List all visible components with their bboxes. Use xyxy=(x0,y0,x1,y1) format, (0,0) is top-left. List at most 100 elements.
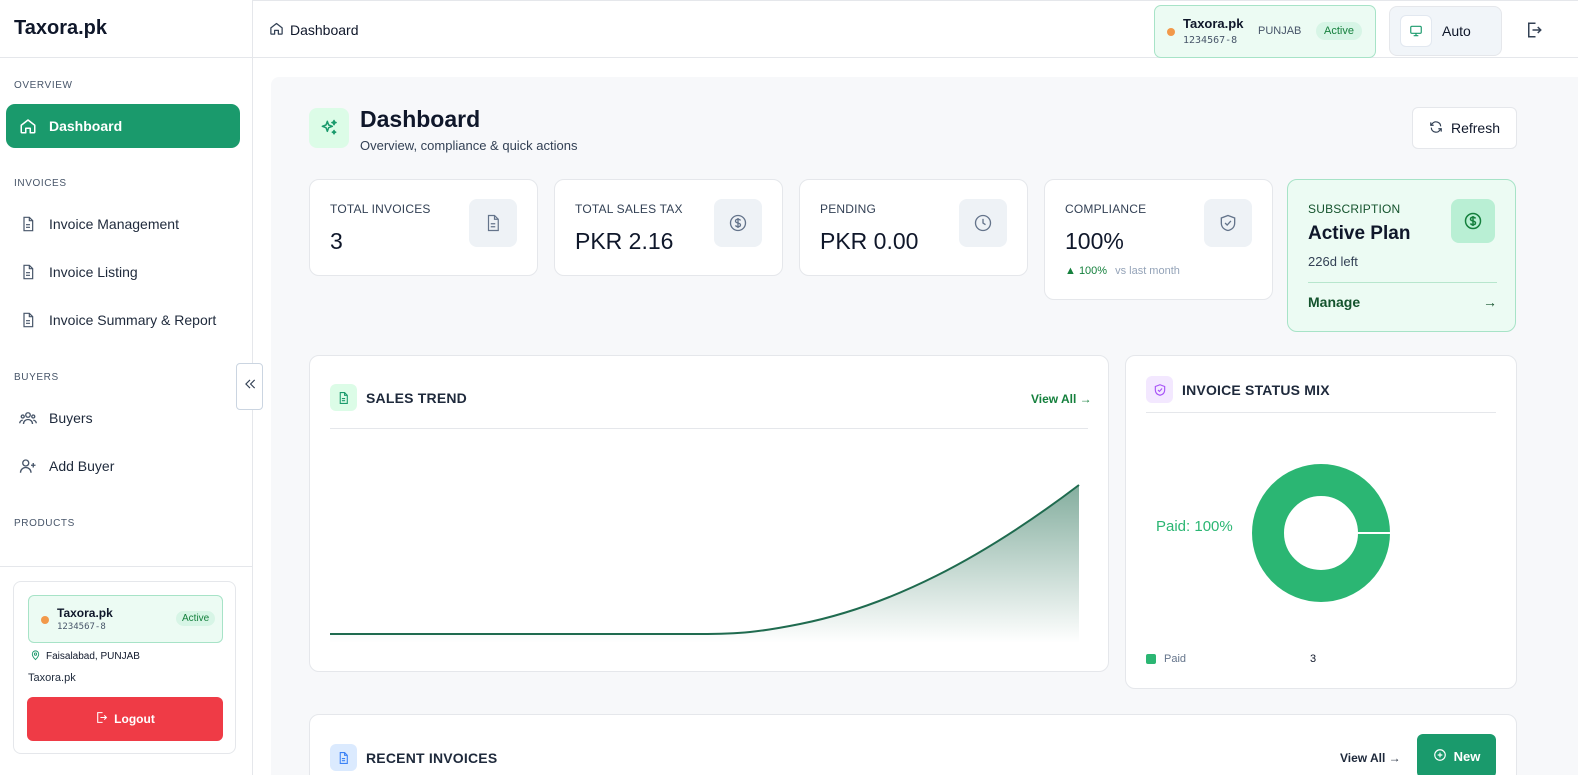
stat-card-total-invoices[interactable]: TOTAL INVOICES 3 xyxy=(309,179,538,276)
view-all-link[interactable]: View All → xyxy=(1031,392,1092,406)
subscription-plan: Active Plan xyxy=(1308,223,1411,244)
clock-icon xyxy=(959,199,1007,247)
document-icon xyxy=(330,744,357,771)
stat-card-total-sales-tax[interactable]: TOTAL SALES TAX PKR 2.16 xyxy=(554,179,783,276)
sales-trend-chart xyxy=(330,484,1080,643)
legend-swatch xyxy=(1146,654,1156,664)
sidebar-item-label: Invoice Management xyxy=(49,216,179,232)
sidebar: Taxora.pk OVERVIEW Dashboard INVOICES In… xyxy=(0,0,253,775)
invoice-status-panel: INVOICE STATUS MIX Paid: 100% Paid 3 xyxy=(1125,355,1517,689)
sparkles-icon xyxy=(309,108,349,148)
panel-title: RECENT INVOICES xyxy=(366,749,498,766)
stat-card-pending[interactable]: PENDING PKR 0.00 xyxy=(799,179,1028,276)
divider xyxy=(330,428,1088,429)
company-location: Faisalabad, PUNJAB xyxy=(30,649,140,664)
legend-label: Paid xyxy=(1164,653,1187,665)
sidebar-item-label: Buyers xyxy=(49,410,93,426)
brand-logo[interactable]: Taxora.pk xyxy=(0,0,252,58)
plus-circle-icon xyxy=(1433,748,1447,765)
panel-header: RECENT INVOICES xyxy=(330,744,497,771)
location-pin-icon xyxy=(30,649,41,664)
nav-section-overview: OVERVIEW xyxy=(14,80,73,91)
shield-icon xyxy=(1146,376,1173,403)
status-badge: Active xyxy=(1316,22,1362,40)
status-dot xyxy=(41,616,49,624)
users-icon xyxy=(19,409,37,427)
chevrons-left-icon xyxy=(243,377,257,396)
sidebar-company-card: Taxora.pk 1234567-8 Active Faisalabad, P… xyxy=(13,581,236,754)
sign-out-icon[interactable] xyxy=(1525,21,1543,44)
shield-check-icon xyxy=(1204,199,1252,247)
document-icon xyxy=(19,263,37,281)
stat-label: TOTAL SALES TAX xyxy=(575,202,683,216)
sales-trend-area xyxy=(330,485,1079,643)
recent-invoices-panel: RECENT INVOICES View All → xyxy=(309,714,1517,775)
stat-label: TOTAL INVOICES xyxy=(330,202,431,216)
refresh-icon xyxy=(1429,120,1443,137)
user-plus-icon xyxy=(19,457,37,475)
compliance-trend: ▲ 100% vs last month xyxy=(1065,265,1180,277)
stat-label: PENDING xyxy=(820,202,877,216)
new-invoice-button[interactable]: New xyxy=(1417,734,1496,775)
document-icon xyxy=(469,199,517,247)
logout-icon xyxy=(95,711,108,727)
refresh-label: Refresh xyxy=(1450,120,1501,136)
home-icon xyxy=(269,21,284,39)
sidebar-item-label: Add Buyer xyxy=(49,458,115,474)
company-ntn: 1234567-8 xyxy=(1183,35,1238,46)
dollar-circle-icon xyxy=(1451,199,1495,243)
sidebar-item-label: Invoice Summary & Report xyxy=(49,312,217,328)
page-subtitle: Overview, compliance & quick actions xyxy=(360,138,578,153)
panel-title: SALES TREND xyxy=(366,389,467,406)
sidebar-collapse-button[interactable] xyxy=(236,363,263,410)
sidebar-item-buyers[interactable]: Buyers xyxy=(6,396,240,440)
stat-value: PKR 2.16 xyxy=(575,228,674,254)
sales-trend-panel: SALES TREND View All → xyxy=(309,355,1109,672)
divider xyxy=(1146,412,1496,413)
sidebar-item-add-buyer[interactable]: Add Buyer xyxy=(6,444,240,488)
trend-value: ▲ 100% xyxy=(1065,265,1108,277)
donut-label: Paid: 100% xyxy=(1156,518,1233,535)
company-switcher[interactable]: Taxora.pk 1234567-8 PUNJAB Active xyxy=(1154,5,1376,58)
sidebar-company-chip[interactable]: Taxora.pk 1234567-8 Active xyxy=(28,595,223,643)
manage-subscription-link[interactable]: Manage → xyxy=(1308,294,1497,310)
nav-section-buyers: BUYERS xyxy=(14,372,59,383)
logout-button[interactable]: Logout xyxy=(27,697,223,741)
refresh-button[interactable]: Refresh xyxy=(1412,107,1517,149)
sidebar-item-invoice-summary[interactable]: Invoice Summary & Report xyxy=(6,298,240,342)
sidebar-item-invoice-management[interactable]: Invoice Management xyxy=(6,202,240,246)
view-all-link[interactable]: View All → xyxy=(1340,751,1401,765)
company-province: PUNJAB xyxy=(1258,25,1302,37)
breadcrumb[interactable]: Dashboard xyxy=(269,21,359,39)
theme-label: Auto xyxy=(1442,23,1471,39)
stat-label: COMPLIANCE xyxy=(1065,202,1147,216)
stat-value: 100% xyxy=(1065,228,1124,254)
document-icon xyxy=(330,384,357,411)
legend-count: 3 xyxy=(1310,653,1317,665)
sidebar-item-label: Dashboard xyxy=(49,118,123,134)
subscription-remaining: 226d left xyxy=(1308,254,1358,269)
divider xyxy=(1308,282,1497,283)
company-name: Taxora.pk xyxy=(57,606,113,620)
nav-section-invoices: INVOICES xyxy=(14,178,67,189)
panel-header: INVOICE STATUS MIX xyxy=(1146,376,1330,403)
stat-card-compliance[interactable]: COMPLIANCE 100% ▲ 100% vs last month xyxy=(1044,179,1273,300)
subscription-card: SUBSCRIPTION Active Plan 226d left Manag… xyxy=(1287,179,1516,332)
trend-note: vs last month xyxy=(1115,265,1180,277)
dollar-circle-icon xyxy=(714,199,762,247)
new-label: New xyxy=(1453,748,1481,764)
sidebar-item-invoice-listing[interactable]: Invoice Listing xyxy=(6,250,240,294)
legend-item-paid: Paid xyxy=(1146,653,1186,665)
nav-section-products: PRODUCTS xyxy=(14,518,75,529)
main-content: Dashboard Overview, compliance & quick a… xyxy=(271,77,1578,775)
panel-header: SALES TREND xyxy=(330,384,467,411)
location-text: Faisalabad, PUNJAB xyxy=(46,651,140,662)
status-badge: Active xyxy=(176,611,216,626)
stat-value: 3 xyxy=(330,228,343,254)
page-title: Dashboard xyxy=(360,106,481,132)
sidebar-item-dashboard[interactable]: Dashboard xyxy=(6,104,240,148)
home-icon xyxy=(19,117,37,135)
company-name: Taxora.pk xyxy=(1183,16,1244,31)
theme-toggle-button[interactable]: Auto xyxy=(1389,6,1502,56)
manage-label: Manage xyxy=(1308,294,1361,310)
